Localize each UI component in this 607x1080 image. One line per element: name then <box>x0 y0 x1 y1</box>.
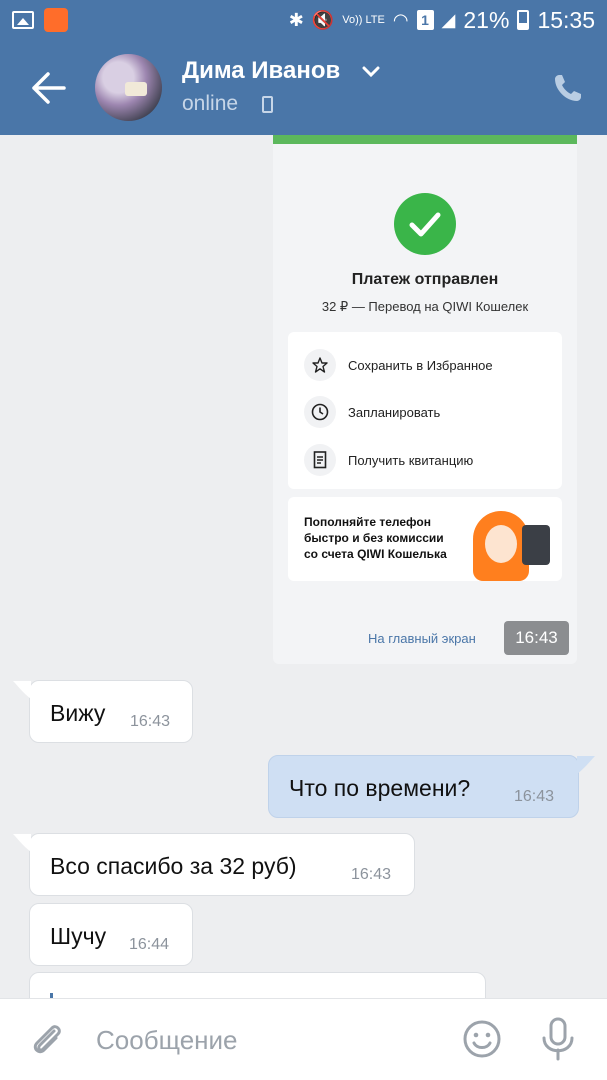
app-notification-icon <box>44 8 68 32</box>
message-time: 16:43 <box>130 713 171 730</box>
clock: 15:35 <box>537 6 595 33</box>
promo-line: быстро и без комиссии <box>304 531 444 545</box>
promo-banner: Пополняйте телефон быстро и без комиссии… <box>288 497 562 581</box>
promo-text: Пополняйте телефон быстро и без комиссии… <box>304 514 474 562</box>
volte-indicator: Vo)) LTE <box>342 13 385 26</box>
bubble-tail <box>13 681 31 699</box>
outgoing-message[interactable]: Что по времени? 16:43 <box>268 755 595 818</box>
online-status: online <box>182 92 239 115</box>
message-text: Шучу <box>50 923 107 949</box>
battery-percent: 21% <box>463 6 510 33</box>
sim-indicator: 1 <box>416 10 434 30</box>
action-label: Сохранить в Избранное <box>348 357 493 373</box>
incoming-message[interactable]: Всо спасибо за 32 руб) 16:43 <box>13 833 415 896</box>
star-icon <box>304 349 336 381</box>
incoming-message[interactable]: Вижу 16:43 <box>13 680 193 743</box>
receipt-icon <box>304 444 336 476</box>
screenshot-status-bar <box>273 135 577 144</box>
partial-message[interactable] <box>29 972 486 998</box>
message-time: 16:43 <box>351 866 392 883</box>
payment-actions-card: Сохранить в Избранное Запланировать Полу… <box>288 332 562 489</box>
incoming-message[interactable]: Шучу 16:44 <box>29 903 193 966</box>
signal-icon: ◢ <box>441 9 456 30</box>
phone-call-icon[interactable] <box>552 72 584 104</box>
promo-illustration-device <box>522 525 550 565</box>
contact-name[interactable]: Дима Иванов <box>182 57 340 85</box>
message-composer <box>0 998 607 1080</box>
clock-icon <box>304 396 336 428</box>
action-label: Получить квитанцию <box>348 452 474 468</box>
promo-illustration-face <box>485 525 517 563</box>
message-list[interactable]: Платеж отправлен 32 ₽ — Перевод на QIWI … <box>0 135 607 998</box>
battery-icon <box>517 10 530 30</box>
payment-subtitle: 32 ₽ — Перевод на QIWI Кошелек <box>321 299 529 314</box>
bubble-tail <box>13 834 31 852</box>
microphone-icon[interactable] <box>540 1017 576 1061</box>
mobile-device-icon <box>262 96 273 113</box>
image-message[interactable]: Платеж отправлен 32 ₽ — Перевод на QIWI … <box>273 135 577 664</box>
mute-icon: 🔇 <box>311 9 335 30</box>
bubble-tail <box>577 756 595 774</box>
action-label: Запланировать <box>348 404 441 420</box>
status-bar: ✱ 🔇 Vo)) LTE ◠ 1 ◢ 21% 15:35 <box>0 0 607 40</box>
action-row: Получить квитанцию <box>304 443 473 477</box>
gallery-notification-icon <box>12 11 34 29</box>
chat-header: Дима Иванов online <box>0 40 607 135</box>
wifi-icon: ◠ <box>392 9 409 30</box>
payment-title: Платеж отправлен <box>351 271 499 288</box>
paperclip-icon[interactable] <box>28 1021 66 1059</box>
chevron-down-icon[interactable] <box>362 66 380 78</box>
action-row: Сохранить в Избранное <box>304 348 493 382</box>
message-text: Что по времени? <box>289 775 471 801</box>
message-time: 16:43 <box>514 788 555 805</box>
avatar[interactable] <box>95 54 162 121</box>
emoji-icon[interactable] <box>462 1019 502 1059</box>
message-text: Вижу <box>50 700 106 726</box>
promo-line: Пополняйте телефон <box>304 515 431 529</box>
checkmark-icon <box>394 193 456 255</box>
message-input[interactable] <box>96 1021 436 1059</box>
action-row: Запланировать <box>304 395 440 429</box>
promo-line: со счета QIWI Кошелька <box>304 547 447 561</box>
message-time: 16:44 <box>129 936 170 953</box>
home-screen-link: На главный экран <box>368 631 476 646</box>
bluetooth-icon: ✱ <box>288 9 304 30</box>
back-arrow-icon[interactable] <box>28 70 68 106</box>
message-text: Всо спасибо за 32 руб) <box>50 853 297 879</box>
message-time: 16:43 <box>504 621 569 655</box>
